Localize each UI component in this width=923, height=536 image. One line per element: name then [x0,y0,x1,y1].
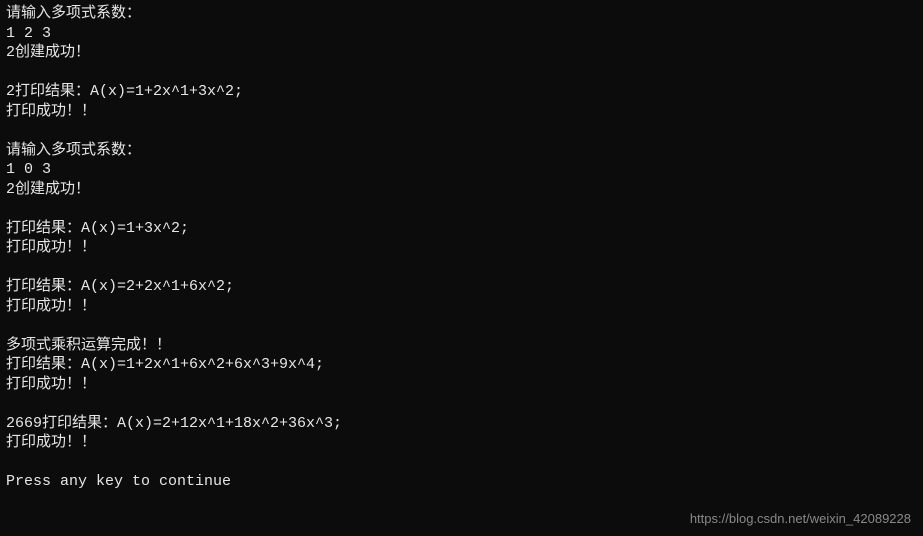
console-line: 1 2 3 [6,24,917,44]
console-line [6,258,917,278]
console-line: Press any key to continue [6,472,917,492]
console-line: 2创建成功！ [6,180,917,200]
console-line: 打印结果：A(x)=2+2x^1+6x^2; [6,277,917,297]
console-line: 2打印结果：A(x)=1+2x^1+3x^2; [6,82,917,102]
console-line: 1 0 3 [6,160,917,180]
console-line: 打印成功！！ [6,238,917,258]
console-line: 2创建成功！ [6,43,917,63]
console-line [6,63,917,83]
console-line: 打印成功！！ [6,433,917,453]
console-line: 请输入多项式系数： [6,4,917,24]
console-line: 2669打印结果：A(x)=2+12x^1+18x^2+36x^3; [6,414,917,434]
console-line: 打印结果：A(x)=1+2x^1+6x^2+6x^3+9x^4; [6,355,917,375]
console-line [6,453,917,473]
console-line: 请输入多项式系数： [6,141,917,161]
console-line [6,394,917,414]
console-line [6,121,917,141]
console-output: 请输入多项式系数：1 2 32创建成功！ 2打印结果：A(x)=1+2x^1+3… [6,4,917,492]
console-line: 打印成功！！ [6,375,917,395]
console-line: 打印结果：A(x)=1+3x^2; [6,219,917,239]
watermark-text: https://blog.csdn.net/weixin_42089228 [690,511,911,528]
console-line: 打印成功！！ [6,102,917,122]
console-line [6,316,917,336]
console-line: 多项式乘积运算完成！！ [6,336,917,356]
console-line [6,199,917,219]
console-line: 打印成功！！ [6,297,917,317]
